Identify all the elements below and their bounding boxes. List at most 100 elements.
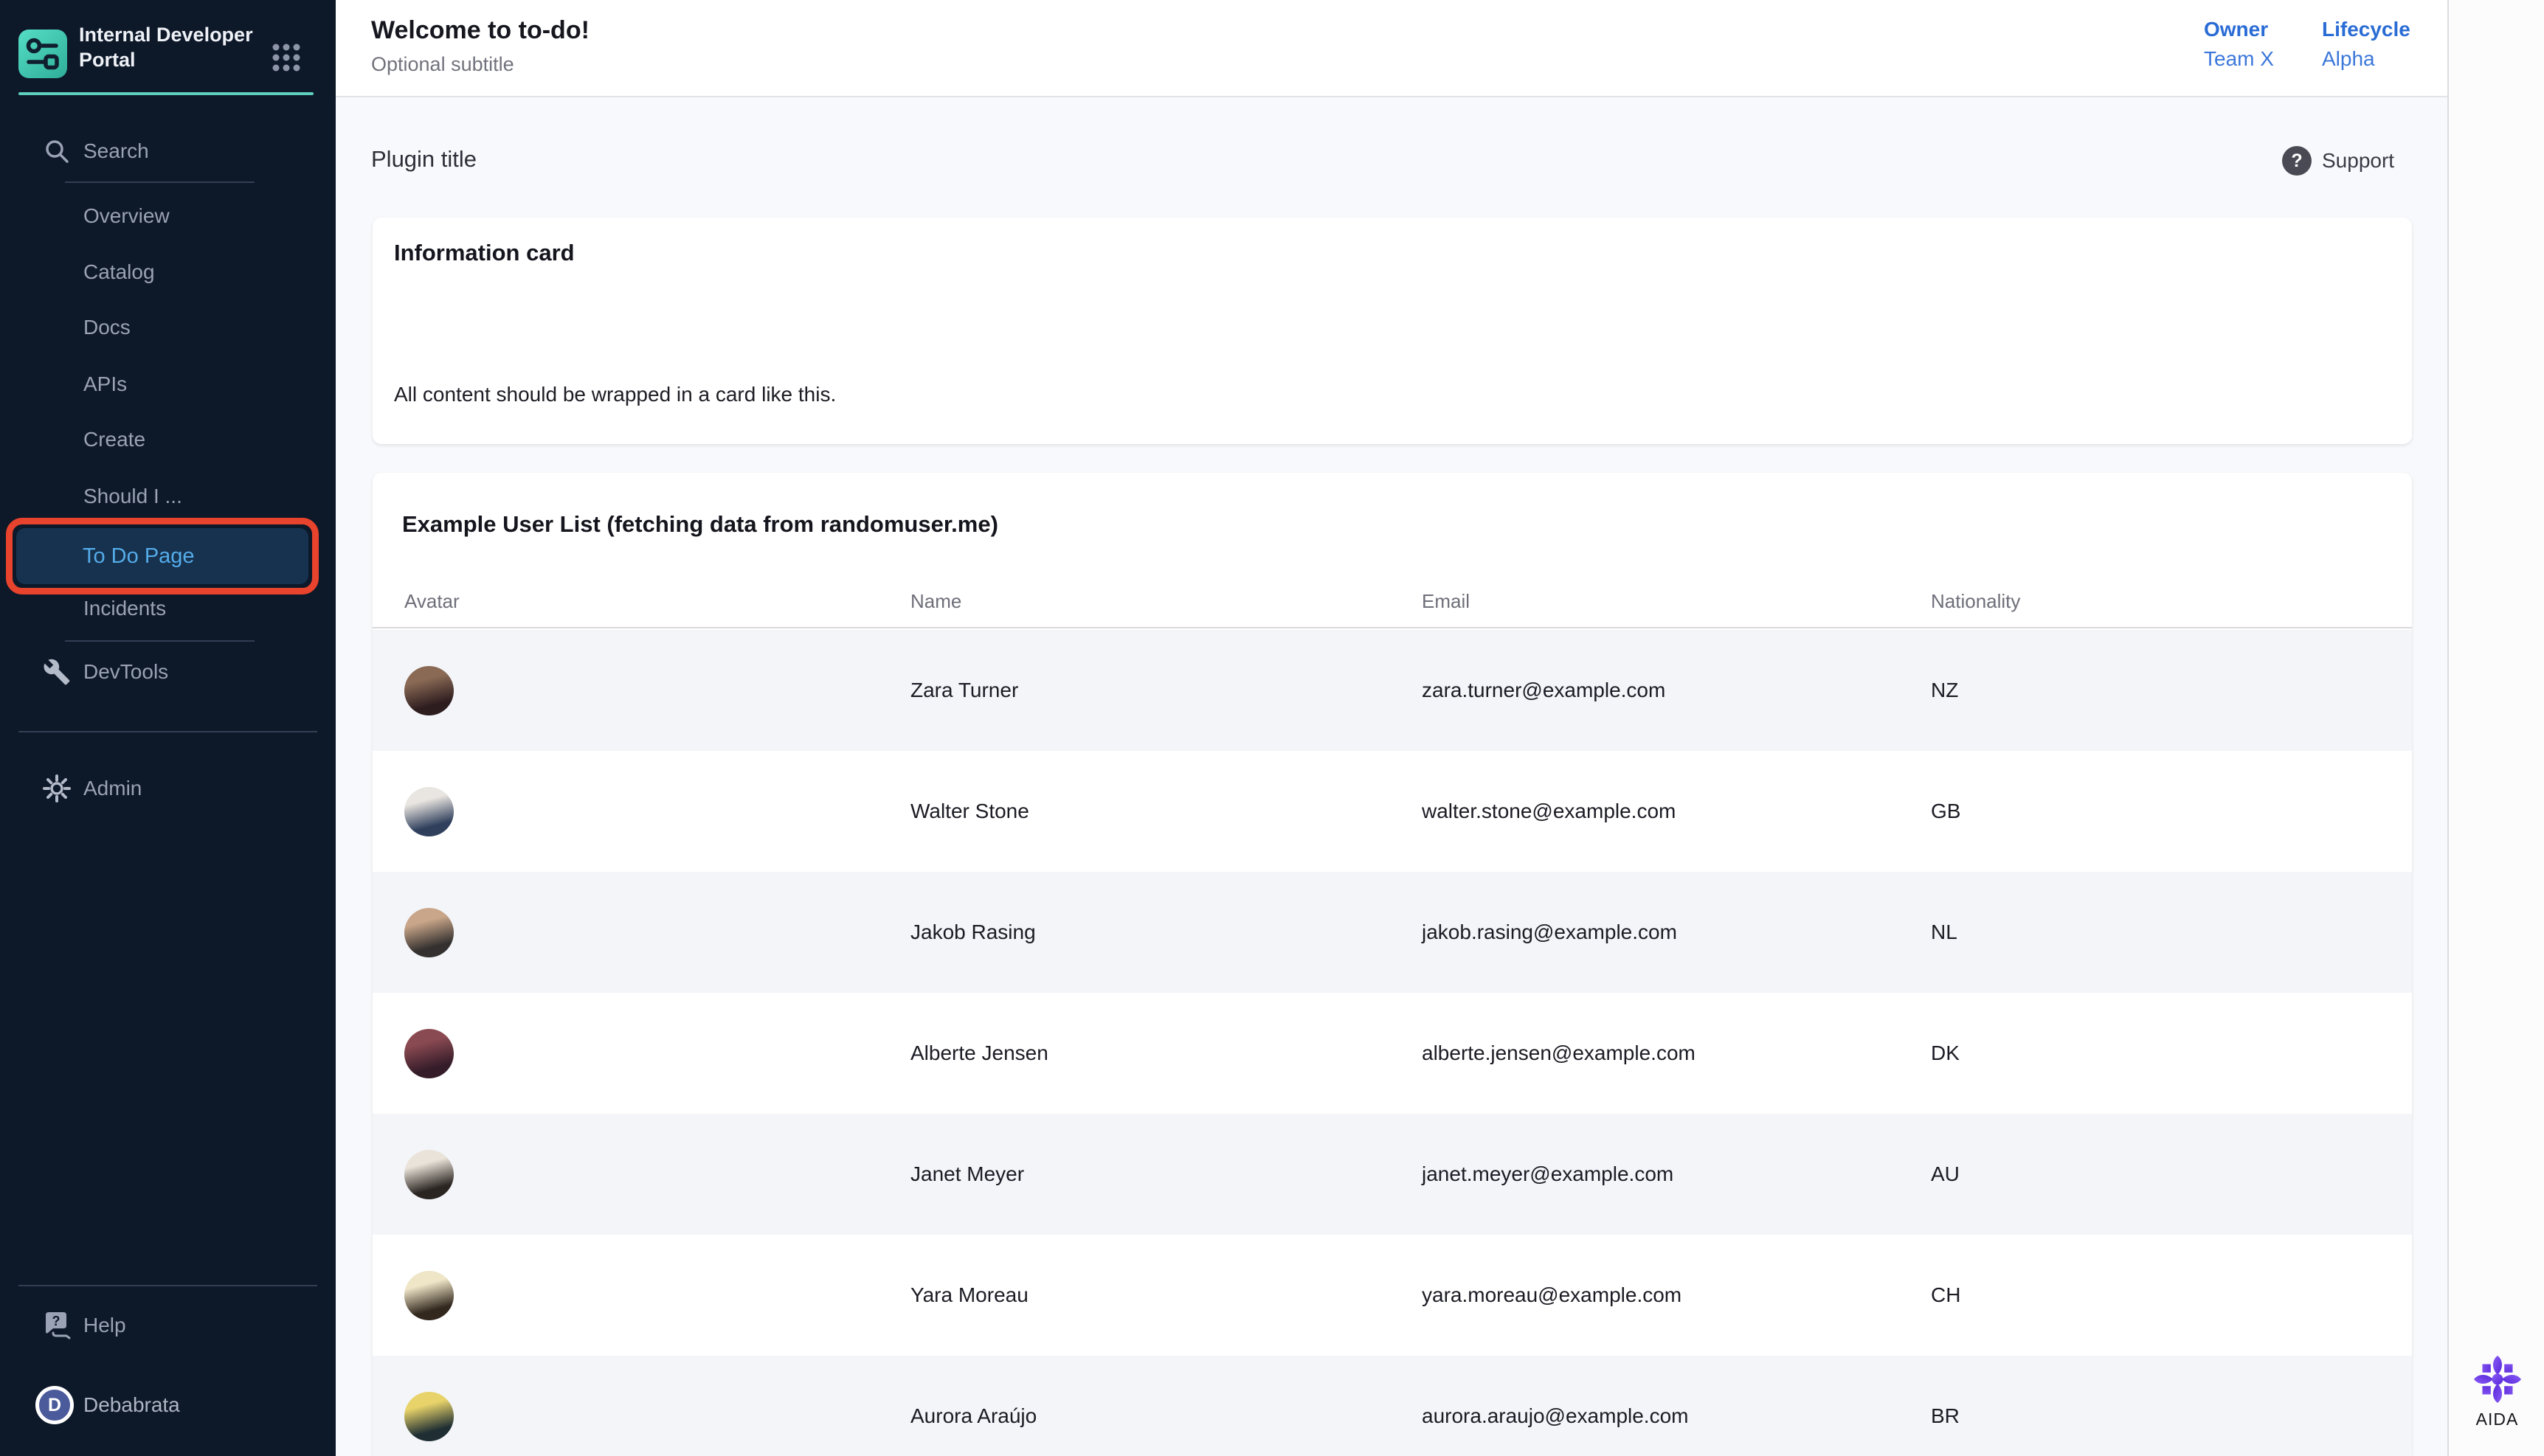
information-card: Information card All content should be w…: [373, 218, 2412, 444]
column-header-email: Email: [1422, 590, 1931, 613]
sidebar-divider: [65, 181, 255, 183]
sidebar-divider: [18, 1285, 317, 1286]
column-header-name: Name: [910, 590, 1422, 613]
sidebar-item-label: To Do Page: [83, 544, 195, 569]
cell-name: Zara Turner: [910, 679, 1422, 702]
page-header: Welcome to to-do! Optional subtitle Owne…: [336, 0, 2447, 97]
cell-nationality: CH: [1931, 1283, 2412, 1307]
sidebar-item-overview[interactable]: Overview: [0, 194, 336, 238]
table-row: Zara Turner zara.turner@example.com NZ: [373, 630, 2412, 751]
user-photo-avatar: [404, 1150, 454, 1199]
app-window: Internal Developer Portal Search Overvie…: [0, 0, 2544, 1456]
sidebar-item-user[interactable]: Debabrata: [0, 1383, 336, 1427]
table-header-row: Avatar Name Email Nationality: [373, 576, 2412, 628]
right-rail: AIDA: [2447, 0, 2544, 1456]
sidebar-item-label: Admin: [83, 777, 142, 800]
sidebar-item-to-do-page[interactable]: To Do Page: [16, 528, 308, 584]
cell-nationality: NZ: [1931, 679, 2412, 702]
page-subtitle: Optional subtitle: [371, 53, 514, 76]
information-card-title: Information card: [394, 240, 575, 266]
sidebar-divider: [65, 640, 255, 642]
sidebar-item-admin[interactable]: Admin: [0, 766, 336, 811]
cell-email: janet.meyer@example.com: [1422, 1162, 1931, 1186]
cell-nationality: GB: [1931, 800, 2412, 823]
sidebar-item-label: Search: [83, 139, 149, 163]
cell-nationality: AU: [1931, 1162, 2412, 1186]
sidebar-item-label: Overview: [83, 204, 170, 228]
wrench-icon: [43, 658, 71, 686]
cell-nationality: BR: [1931, 1404, 2412, 1428]
cell-name: Alberte Jensen: [910, 1041, 1422, 1065]
user-photo-avatar: [404, 666, 454, 715]
sidebar-item-search[interactable]: Search: [0, 129, 336, 173]
user-list-title: Example User List (fetching data from ra…: [402, 511, 998, 538]
user-photo-avatar: [404, 1392, 454, 1441]
table-row: Jakob Rasing jakob.rasing@example.com NL: [373, 872, 2412, 993]
aida-widget-button[interactable]: AIDA: [2449, 1352, 2544, 1429]
user-photo-avatar: [404, 1029, 454, 1078]
sidebar-item-apis[interactable]: APIs: [0, 362, 336, 406]
table-row: Walter Stone walter.stone@example.com GB: [373, 751, 2412, 872]
support-label: Support: [2322, 149, 2394, 173]
cell-nationality: DK: [1931, 1041, 2412, 1065]
cell-email: aurora.araujo@example.com: [1422, 1404, 1931, 1428]
table-row: Yara Moreau yara.moreau@example.com CH: [373, 1235, 2412, 1356]
lifecycle-value-link[interactable]: Alpha: [2322, 47, 2410, 71]
aida-label: AIDA: [2476, 1410, 2519, 1429]
sidebar-item-label: Docs: [83, 316, 131, 339]
cell-name: Janet Meyer: [910, 1162, 1422, 1186]
cell-name: Aurora Araújo: [910, 1404, 1422, 1428]
sidebar-divider: [18, 731, 317, 732]
sidebar-item-label: Help: [83, 1314, 126, 1337]
brand-logo-icon[interactable]: [18, 30, 67, 78]
aida-flower-icon: [2470, 1352, 2525, 1407]
cell-name: Walter Stone: [910, 800, 1422, 823]
cell-nationality: NL: [1931, 921, 2412, 944]
cell-email: zara.turner@example.com: [1422, 679, 1931, 702]
support-button[interactable]: ? Support: [2282, 146, 2394, 176]
sidebar-item-catalog[interactable]: Catalog: [0, 250, 336, 294]
sidebar-item-docs[interactable]: Docs: [0, 305, 336, 350]
user-photo-avatar: [404, 908, 454, 957]
user-photo-avatar: [404, 787, 454, 836]
lifecycle-meta: Lifecycle Alpha: [2322, 18, 2410, 71]
cell-email: jakob.rasing@example.com: [1422, 921, 1931, 944]
cell-name: Jakob Rasing: [910, 921, 1422, 944]
cell-email: alberte.jensen@example.com: [1422, 1041, 1931, 1065]
svg-text:?: ?: [52, 1314, 61, 1328]
sidebar-item-label: Create: [83, 428, 145, 451]
sidebar-item-help[interactable]: ? Help: [0, 1303, 336, 1348]
user-list-card: Example User List (fetching data from ra…: [373, 473, 2412, 1456]
sidebar-item-label: DevTools: [83, 660, 168, 684]
cell-name: Yara Moreau: [910, 1283, 1422, 1307]
owner-value-link[interactable]: Team X: [2204, 47, 2274, 71]
brand-title: Internal Developer Portal: [79, 22, 265, 72]
sidebar-item-label: Incidents: [83, 597, 166, 620]
user-name-label: Debabrata: [83, 1393, 180, 1417]
sidebar: Internal Developer Portal Search Overvie…: [0, 0, 336, 1456]
sidebar-item-label: Catalog: [83, 260, 155, 284]
cell-email: yara.moreau@example.com: [1422, 1283, 1931, 1307]
cell-email: walter.stone@example.com: [1422, 800, 1931, 823]
sidebar-item-should-i[interactable]: Should I ...: [0, 474, 336, 519]
lifecycle-label[interactable]: Lifecycle: [2322, 18, 2410, 41]
main-area: Welcome to to-do! Optional subtitle Owne…: [336, 0, 2447, 1456]
page-title: Welcome to to-do!: [371, 16, 590, 45]
highlight-ring: To Do Page: [6, 518, 319, 594]
sidebar-item-incidents[interactable]: Incidents: [0, 586, 336, 631]
table-row: Alberte Jensen alberte.jensen@example.co…: [373, 993, 2412, 1114]
owner-label[interactable]: Owner: [2204, 18, 2274, 41]
table-row: Janet Meyer janet.meyer@example.com AU: [373, 1114, 2412, 1235]
sidebar-accent-divider: [18, 92, 314, 95]
plugin-title: Plugin title: [371, 146, 477, 173]
help-chat-icon: ?: [41, 1309, 74, 1342]
owner-meta: Owner Team X: [2204, 18, 2274, 71]
user-photo-avatar: [404, 1271, 454, 1320]
table-row: Aurora Araújo aurora.araujo@example.com …: [373, 1356, 2412, 1456]
gear-icon: [41, 773, 72, 804]
sidebar-item-create[interactable]: Create: [0, 417, 336, 462]
apps-grid-icon[interactable]: [270, 41, 303, 74]
column-header-avatar: Avatar: [404, 590, 910, 613]
column-header-nationality: Nationality: [1931, 590, 2412, 613]
sidebar-item-devtools[interactable]: DevTools: [0, 650, 336, 694]
